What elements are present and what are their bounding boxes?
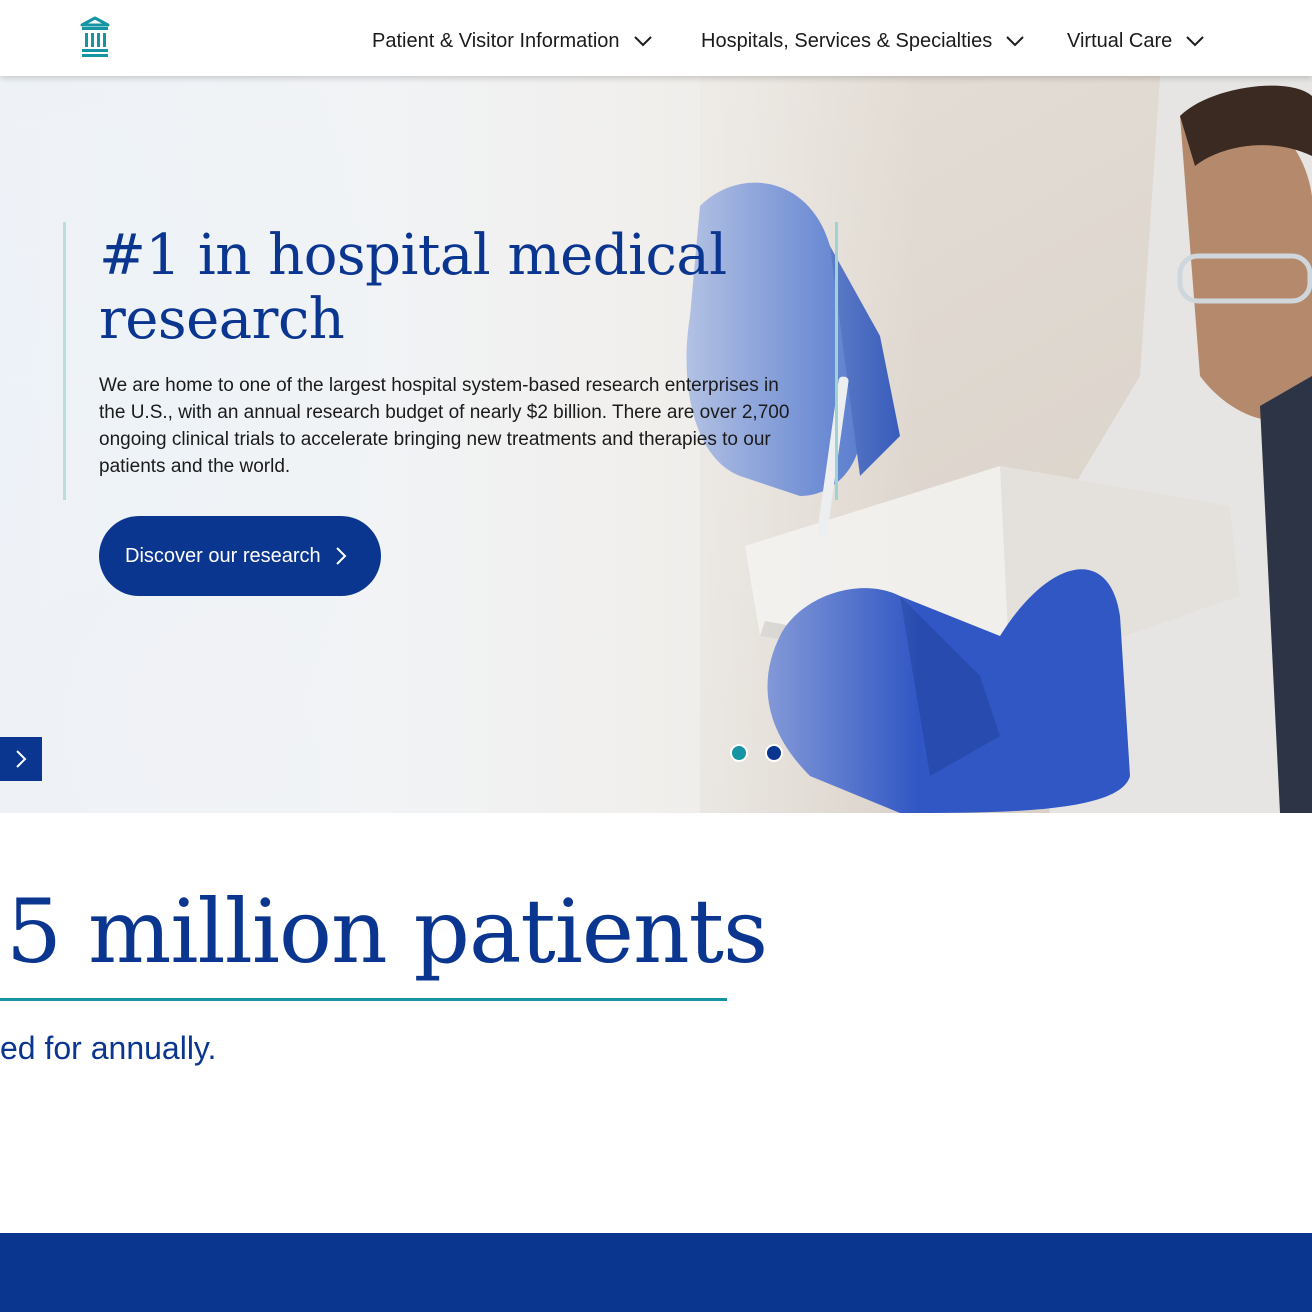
building-columns-logo-icon[interactable]: [80, 16, 110, 58]
stat-divider: [0, 998, 727, 1001]
hero-carousel: #1 in hospital medical research We are h…: [0, 76, 1312, 813]
chevron-down-icon: [1186, 36, 1204, 47]
chevron-down-icon: [633, 36, 652, 47]
nav-hospitals-services-specialties[interactable]: Hospitals, Services & Specialties: [701, 28, 1024, 54]
carousel-dot-1[interactable]: [730, 744, 748, 762]
nav-label: Hospitals, Services & Specialties: [701, 30, 993, 52]
site-header: Patient & Visitor Information Hospitals,…: [0, 0, 1312, 76]
stat-number: 5 million patients: [6, 880, 768, 983]
nav-label: Patient & Visitor Information: [372, 30, 620, 52]
blue-section-band: [0, 1233, 1312, 1312]
chevron-right-icon: [16, 750, 27, 768]
nav-label: Virtual Care: [1067, 30, 1173, 52]
chevron-down-icon: [1006, 36, 1024, 47]
discover-research-button[interactable]: Discover our research: [99, 516, 381, 596]
stat-caption: ed for annually.: [0, 1030, 217, 1066]
hero-accent-rule: [835, 222, 838, 500]
nav-patient-visitor-information[interactable]: Patient & Visitor Information: [372, 28, 652, 54]
carousel-next-button[interactable]: [0, 737, 42, 781]
chevron-right-icon: [336, 547, 347, 565]
hero-title: #1 in hospital medical research: [99, 223, 727, 352]
hero-description: We are home to one of the largest hospit…: [99, 375, 790, 477]
carousel-dot-2[interactable]: [765, 744, 783, 762]
nav-virtual-care[interactable]: Virtual Care: [1067, 28, 1204, 54]
discover-research-label: Discover our research: [125, 544, 321, 567]
hero-accent-rule: [63, 222, 66, 500]
